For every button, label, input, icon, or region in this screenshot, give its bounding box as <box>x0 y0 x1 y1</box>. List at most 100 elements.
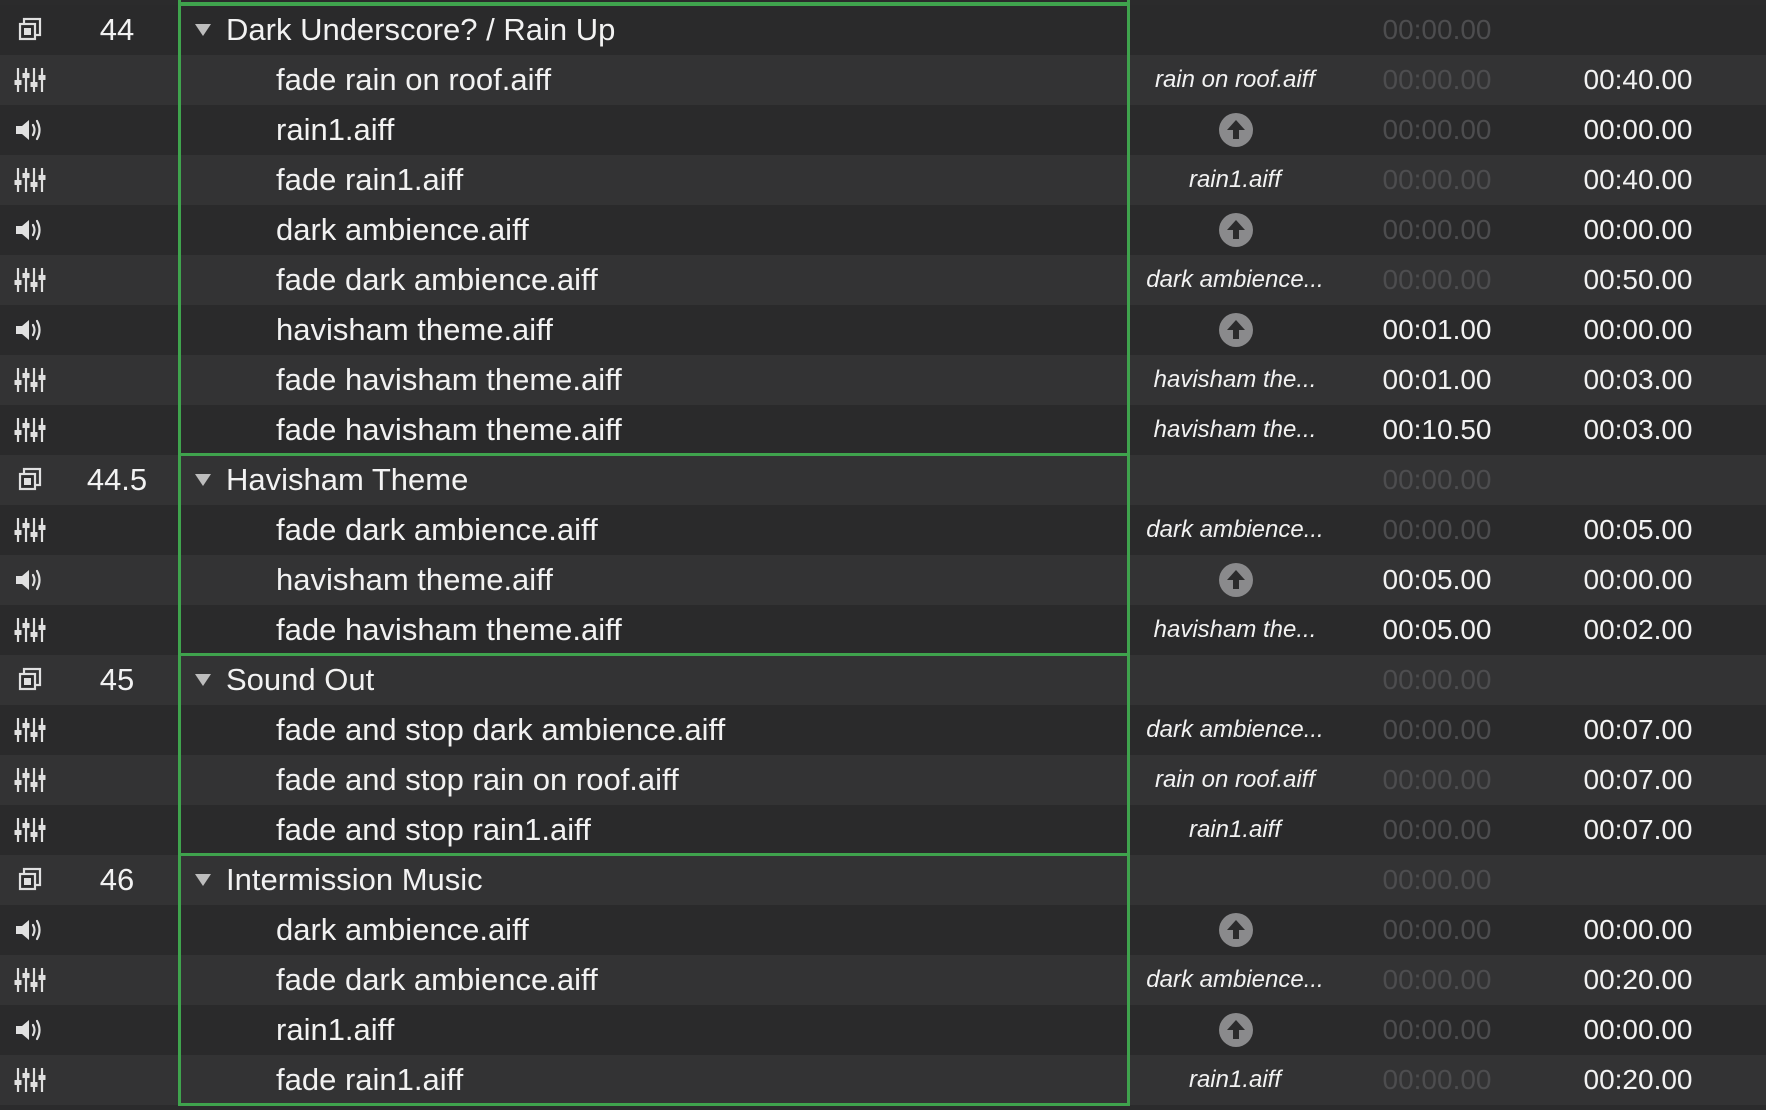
cue-name: fade dark ambience.aiff <box>276 962 598 997</box>
audio-icon <box>10 305 50 355</box>
duration-time[interactable]: 00:02.00 <box>1543 605 1733 655</box>
duration-time[interactable]: 00:40.00 <box>1543 155 1733 205</box>
prewait-time[interactable]: 00:00.00 <box>1342 905 1532 955</box>
cue-target: havisham the... <box>1153 616 1317 643</box>
cue-target: rain1.aiff <box>1188 816 1282 843</box>
group-cue-row[interactable]: 44.5 Havisham Theme 00:00.00 <box>0 455 1766 505</box>
duration-time[interactable]: 00:03.00 <box>1543 405 1733 455</box>
cue-target: rain1.aiff <box>1188 166 1282 193</box>
target-arrow-up-icon[interactable] <box>1218 312 1254 348</box>
prewait-time[interactable]: 00:00.00 <box>1342 5 1532 55</box>
duration-time[interactable]: 00:20.00 <box>1543 1055 1733 1105</box>
duration-time[interactable]: 00:00.00 <box>1543 905 1733 955</box>
disclosure-triangle-icon[interactable] <box>190 455 216 505</box>
prewait-time[interactable]: 00:00.00 <box>1342 955 1532 1005</box>
group-cue-row[interactable]: 44 Dark Underscore? / Rain Up 00:00.00 <box>0 5 1766 55</box>
target-arrow-up-icon[interactable] <box>1218 1012 1254 1048</box>
target-arrow-up-icon[interactable] <box>1218 212 1254 248</box>
cue-row[interactable]: rain1.aiff 00:00.00 00:00.00 <box>0 105 1766 155</box>
cue-name: fade havisham theme.aiff <box>276 362 622 397</box>
cue-row[interactable]: fade dark ambience.aiff dark ambience... 0… <box>0 505 1766 555</box>
cue-row[interactable]: havisham theme.aiff 00:05.00 00:00.00 <box>0 555 1766 605</box>
fade-icon <box>10 355 50 405</box>
cue-name: fade rain1.aiff <box>276 1062 464 1097</box>
prewait-time[interactable]: 00:05.00 <box>1342 555 1532 605</box>
prewait-time[interactable]: 00:00.00 <box>1342 205 1532 255</box>
disclosure-triangle-icon[interactable] <box>190 855 216 905</box>
cue-target: rain on roof.aiff <box>1154 766 1316 793</box>
group-cue-row[interactable]: 46 Intermission Music 00:00.00 <box>0 855 1766 905</box>
target-arrow-up-icon[interactable] <box>1218 562 1254 598</box>
duration-time[interactable]: 00:00.00 <box>1543 305 1733 355</box>
duration-time[interactable] <box>1543 855 1733 905</box>
cue-row[interactable]: fade and stop rain on roof.aiff rain on r… <box>0 755 1766 805</box>
target-arrow-up-icon[interactable] <box>1218 112 1254 148</box>
duration-time[interactable] <box>1543 5 1733 55</box>
prewait-time[interactable]: 00:00.00 <box>1342 1055 1532 1105</box>
prewait-time[interactable]: 00:00.00 <box>1342 655 1532 705</box>
prewait-time[interactable]: 00:00.00 <box>1342 755 1532 805</box>
group-icon <box>10 855 50 905</box>
duration-time[interactable]: 00:07.00 <box>1543 755 1733 805</box>
prewait-time[interactable]: 00:00.00 <box>1342 55 1532 105</box>
cue-row[interactable]: dark ambience.aiff 00:00.00 00:00.00 <box>0 205 1766 255</box>
duration-time[interactable]: 00:07.00 <box>1543 805 1733 855</box>
duration-time[interactable]: 00:00.00 <box>1543 205 1733 255</box>
cue-name: fade rain1.aiff <box>276 162 464 197</box>
disclosure-triangle-icon[interactable] <box>190 655 216 705</box>
cue-name: fade rain on roof.aiff <box>276 62 552 97</box>
prewait-time[interactable]: 00:01.00 <box>1342 355 1532 405</box>
duration-time[interactable]: 00:00.00 <box>1543 105 1733 155</box>
prewait-time[interactable]: 00:00.00 <box>1342 105 1532 155</box>
duration-time[interactable] <box>1543 655 1733 705</box>
cue-target: havisham the... <box>1153 416 1317 443</box>
prewait-time[interactable]: 00:05.00 <box>1342 605 1532 655</box>
prewait-time[interactable]: 00:10.50 <box>1342 405 1532 455</box>
cue-number <box>52 905 182 955</box>
cue-row[interactable]: fade and stop dark ambience.aiff dark amb… <box>0 705 1766 755</box>
cue-row[interactable]: fade dark ambience.aiff dark ambience... 0… <box>0 255 1766 305</box>
cue-row[interactable]: fade havisham theme.aiff havisham the... 0… <box>0 605 1766 655</box>
target-arrow-up-icon[interactable] <box>1218 912 1254 948</box>
prewait-time[interactable]: 00:00.00 <box>1342 455 1532 505</box>
cue-row[interactable]: dark ambience.aiff 00:00.00 00:00.00 <box>0 905 1766 955</box>
cue-name: Sound Out <box>226 662 375 697</box>
cue-row[interactable]: fade rain on roof.aiff rain on roof.aiff 0… <box>0 55 1766 105</box>
duration-time[interactable]: 00:00.00 <box>1543 555 1733 605</box>
prewait-time[interactable]: 00:00.00 <box>1342 705 1532 755</box>
prewait-time[interactable]: 00:00.00 <box>1342 155 1532 205</box>
fade-icon <box>10 805 50 855</box>
duration-time[interactable]: 00:50.00 <box>1543 255 1733 305</box>
audio-icon <box>10 1005 50 1055</box>
cue-row[interactable]: fade and stop rain1.aiff rain1.aiff 00:00.… <box>0 805 1766 855</box>
audio-icon <box>10 105 50 155</box>
disclosure-triangle-icon[interactable] <box>190 5 216 55</box>
prewait-time[interactable]: 00:00.00 <box>1342 805 1532 855</box>
cue-name: havisham theme.aiff <box>276 562 553 597</box>
duration-time[interactable]: 00:03.00 <box>1543 355 1733 405</box>
prewait-time[interactable]: 00:00.00 <box>1342 855 1532 905</box>
cue-row[interactable]: fade rain1.aiff rain1.aiff 00:00.00 00:20.0… <box>0 1055 1766 1105</box>
duration-time[interactable]: 00:07.00 <box>1543 705 1733 755</box>
cue-list: 44 Dark Underscore? / Rain Up 00:00.00 fade… <box>0 0 1766 1110</box>
duration-time[interactable] <box>1543 455 1733 505</box>
cue-row[interactable]: fade havisham theme.aiff havisham the... 0… <box>0 355 1766 405</box>
duration-time[interactable]: 00:20.00 <box>1543 955 1733 1005</box>
cue-row[interactable]: fade havisham theme.aiff havisham the... 0… <box>0 405 1766 455</box>
cue-row[interactable]: rain1.aiff 00:00.00 00:00.00 <box>0 1005 1766 1055</box>
group-cue-row[interactable]: 45 Sound Out 00:00.00 <box>0 655 1766 705</box>
audio-icon <box>10 555 50 605</box>
cue-row[interactable]: havisham theme.aiff 00:01.00 00:00.00 <box>0 305 1766 355</box>
prewait-time[interactable]: 00:01.00 <box>1342 305 1532 355</box>
cue-row[interactable]: fade dark ambience.aiff dark ambience... 0… <box>0 955 1766 1005</box>
duration-time[interactable]: 00:00.00 <box>1543 1005 1733 1055</box>
cue-row[interactable]: fade rain1.aiff rain1.aiff 00:00.00 00:40.0… <box>0 155 1766 205</box>
cue-target: dark ambience... <box>1146 266 1324 293</box>
prewait-time[interactable]: 00:00.00 <box>1342 1005 1532 1055</box>
prewait-time[interactable]: 00:00.00 <box>1342 255 1532 305</box>
audio-icon <box>10 205 50 255</box>
prewait-time[interactable]: 00:00.00 <box>1342 505 1532 555</box>
duration-time[interactable]: 00:05.00 <box>1543 505 1733 555</box>
cue-name: fade and stop rain on roof.aiff <box>276 762 679 797</box>
duration-time[interactable]: 00:40.00 <box>1543 55 1733 105</box>
